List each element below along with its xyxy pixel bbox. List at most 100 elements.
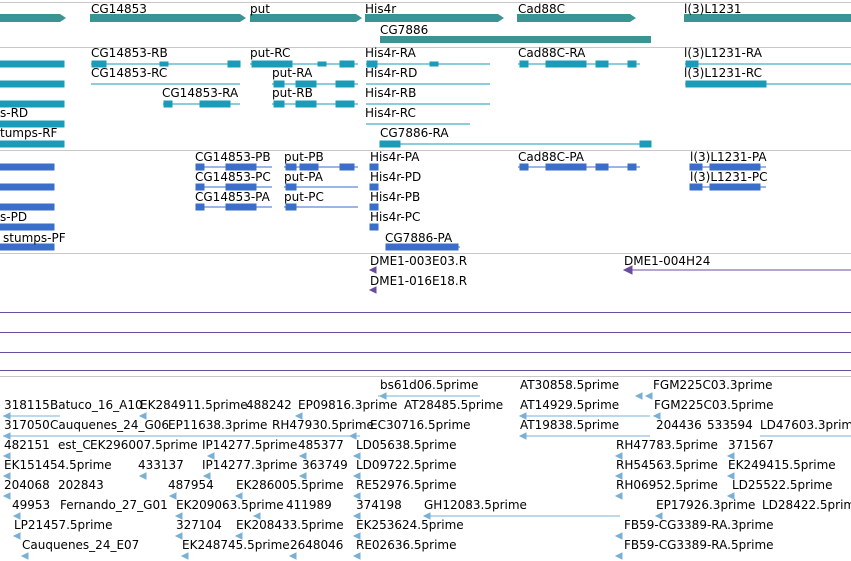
transcript-label[interactable]: tumps-RF <box>0 126 57 140</box>
transcript-label[interactable]: CG7886-RA <box>380 126 449 140</box>
est-label[interactable]: 485377 <box>298 438 344 452</box>
protein-label[interactable]: l(3)L1231-PC <box>690 170 768 184</box>
est-label[interactable]: RE52976.5prime <box>356 478 457 492</box>
transcript-label[interactable]: put-RA <box>272 66 312 80</box>
transcript-label[interactable]: CG14853-RC <box>91 66 167 80</box>
protein-label[interactable]: CG14853-PB <box>195 150 271 164</box>
protein-label[interactable]: Cad88C-PA <box>518 150 584 164</box>
transcript-label[interactable]: His4r-RD <box>365 66 417 80</box>
est-label[interactable]: FB59-CG3389-RA.5prime <box>624 538 774 552</box>
est-label[interactable]: RH47783.5prime <box>616 438 718 452</box>
est-label[interactable]: bs61d06.5prime <box>380 378 478 392</box>
est-label[interactable]: 2648046 <box>290 538 343 552</box>
est-label[interactable]: EC30716.5prime <box>370 418 471 432</box>
est-label[interactable]: 488242 <box>246 398 292 412</box>
est-label[interactable]: LD25522.5prime <box>732 478 833 492</box>
est-label[interactable]: 433137 <box>138 458 184 472</box>
est-label[interactable]: RE02636.5prime <box>356 538 457 552</box>
transcript-label[interactable]: CG14853-RB <box>91 46 168 60</box>
gene-label[interactable]: Cad88C <box>518 2 565 16</box>
est-label[interactable]: 318115 <box>4 398 50 412</box>
transcript-label[interactable]: His4r-RA <box>365 46 416 60</box>
est-label[interactable]: FB59-CG3389-RA.3prime <box>624 518 774 532</box>
transcript-label[interactable]: put-RB <box>272 86 313 100</box>
est-label[interactable]: 202843 <box>58 478 104 492</box>
est-label[interactable]: AT19838.5prime <box>520 418 619 432</box>
protein-label[interactable]: His4r-PB <box>370 190 420 204</box>
gene-label[interactable]: CG14853 <box>91 2 147 16</box>
est-label[interactable]: EK296007.5prime <box>90 438 198 452</box>
protein-label[interactable]: put-PA <box>284 170 323 184</box>
transcript-label[interactable]: CG14853-RA <box>162 86 238 100</box>
est-label[interactable]: RH47930.5prime <box>272 418 374 432</box>
est-label[interactable]: LD47603.3prime <box>760 418 851 432</box>
est-label[interactable]: Fernando_27_G01 <box>60 498 168 512</box>
est-label[interactable]: LD05638.5prime <box>356 438 457 452</box>
est-label[interactable]: EK249415.5prime <box>728 458 836 472</box>
est-label[interactable]: 204068 <box>4 478 50 492</box>
est-label[interactable]: IP14277.5prime <box>202 438 297 452</box>
clone-label[interactable]: DME1-003E03.R <box>370 254 467 268</box>
protein-label[interactable]: His4r-PA <box>370 150 419 164</box>
transcript-label[interactable]: Cad88C-RA <box>518 46 585 60</box>
est-label[interactable]: IP14277.3prime <box>202 458 297 472</box>
est-label[interactable]: GH12083.5prime <box>424 498 527 512</box>
transcript-label[interactable]: His4r-RB <box>365 86 416 100</box>
clone-label[interactable]: DME1-016E18.R <box>370 274 467 288</box>
est-label[interactable]: LD28422.5prime <box>762 498 851 512</box>
transcript-label[interactable]: His4r-RC <box>365 106 416 120</box>
est-label[interactable]: 482151 <box>4 438 50 452</box>
est-label[interactable]: 371567 <box>728 438 774 452</box>
est-label[interactable]: LP21457.5prime <box>14 518 113 532</box>
protein-label[interactable]: put-PB <box>284 150 324 164</box>
est-label[interactable]: AT30858.5prime <box>520 378 619 392</box>
protein-label[interactable]: His4r-PC <box>370 210 420 224</box>
est-label[interactable]: RH54563.5prime <box>616 458 718 472</box>
est-label[interactable]: 533594 <box>707 418 753 432</box>
est-label[interactable]: EP17926.3prime <box>656 498 755 512</box>
est-label[interactable]: 363749 <box>302 458 348 472</box>
protein-label[interactable]: CG7886-PA <box>385 231 452 245</box>
est-label[interactable]: LD09722.5prime <box>356 458 457 472</box>
est-label[interactable]: Cauquenes_24_E07 <box>22 538 139 552</box>
protein-label[interactable]: CG14853-PC <box>195 170 271 184</box>
transcript-label[interactable]: l(3)L1231-RA <box>684 46 762 60</box>
est-label[interactable]: EK253624.5prime <box>356 518 464 532</box>
est-label[interactable]: EK208433.5prime <box>236 518 344 532</box>
est-label[interactable]: EK151454.5prime <box>4 458 112 472</box>
est-label[interactable]: Cauquenes_24_G06 <box>50 418 169 432</box>
est-label[interactable]: 487954 <box>168 478 214 492</box>
gene-label[interactable]: l(3)L1231 <box>684 2 742 16</box>
est-label[interactable]: RH06952.5prime <box>616 478 718 492</box>
est-label[interactable]: EP11638.3prime <box>168 418 267 432</box>
est-label[interactable]: est_C <box>58 438 91 452</box>
est-label[interactable]: Batuco_16_A10 <box>50 398 143 412</box>
est-label[interactable]: 49953 <box>12 498 50 512</box>
protein-label[interactable]: s-PD <box>0 210 27 224</box>
est-label[interactable]: EK284911.5prime <box>140 398 248 412</box>
clone-label[interactable]: DME1-004H24 <box>624 254 710 268</box>
transcript-label[interactable]: put-RC <box>250 46 290 60</box>
est-label[interactable]: FGM225C03.5prime <box>654 398 774 412</box>
protein-label[interactable]: l(3)L1231-PA <box>690 150 767 164</box>
transcript-label[interactable]: s-RD <box>0 106 28 120</box>
est-label[interactable]: 317050 <box>4 418 50 432</box>
transcript-label[interactable]: l(3)L1231-RC <box>684 66 762 80</box>
est-label[interactable]: EK248745.5prime <box>182 538 290 552</box>
est-label[interactable]: EP09816.3prime <box>298 398 397 412</box>
protein-label[interactable]: put-PC <box>284 190 324 204</box>
est-label[interactable]: 327104 <box>176 518 222 532</box>
est-label[interactable]: 411989 <box>286 498 332 512</box>
protein-label[interactable]: CG14853-PA <box>195 190 270 204</box>
gene-label[interactable]: His4r <box>365 2 396 16</box>
est-label[interactable]: AT28485.5prime <box>404 398 503 412</box>
gene-label[interactable]: put <box>250 2 270 16</box>
gene-label[interactable]: CG7886 <box>380 23 428 37</box>
est-label[interactable]: AT14929.5prime <box>520 398 619 412</box>
est-label[interactable]: FGM225C03.3prime <box>653 378 773 392</box>
est-label[interactable]: 204436 <box>656 418 702 432</box>
est-label[interactable]: EK209063.5prime <box>176 498 284 512</box>
est-label[interactable]: EK286005.5prime <box>236 478 344 492</box>
protein-label[interactable]: stumps-PF <box>3 231 66 245</box>
est-label[interactable]: 374198 <box>356 498 402 512</box>
